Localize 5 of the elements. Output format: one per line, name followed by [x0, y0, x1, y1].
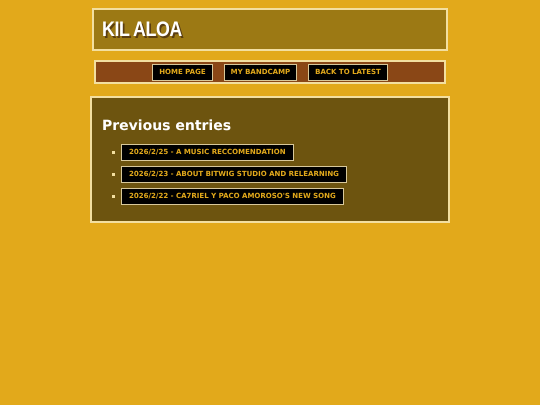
bullet-icon: [112, 195, 115, 198]
bullet-icon: [112, 173, 115, 176]
site-title: KIL ALOA: [102, 18, 182, 42]
section-heading: Previous entries: [102, 118, 232, 134]
bullet-icon: [112, 151, 115, 154]
